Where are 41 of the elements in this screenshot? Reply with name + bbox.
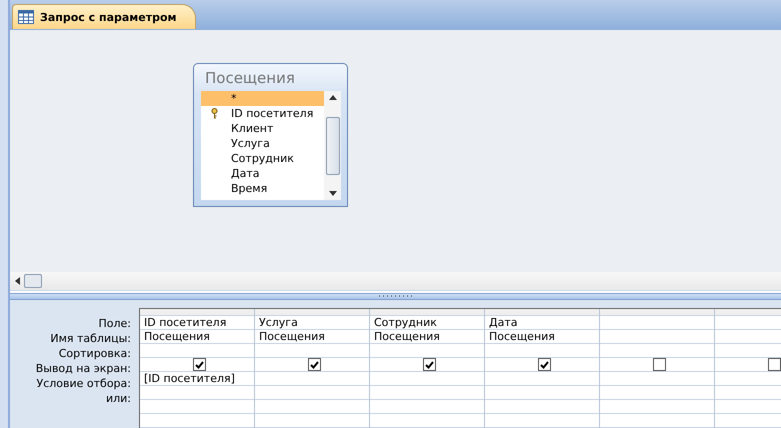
grid-cell[interactable]: [ID посетителя] <box>140 372 254 386</box>
document-tab[interactable]: Запрос с параметром <box>12 4 196 29</box>
vertical-scrollbar[interactable] <box>324 91 341 200</box>
checkbox[interactable] <box>422 358 436 372</box>
row-label: Вывод на экран: <box>34 361 132 376</box>
checkbox[interactable] <box>768 358 780 372</box>
checkbox[interactable] <box>538 358 550 372</box>
column-selector[interactable] <box>485 309 599 316</box>
grid-cell[interactable]: Посещения <box>255 330 369 344</box>
checkbox[interactable] <box>192 358 206 372</box>
grid-cell[interactable]: Посещения <box>140 330 254 344</box>
grid-cell[interactable]: Посещения <box>485 330 599 344</box>
scroll-thumb[interactable] <box>326 116 340 174</box>
column-selector[interactable] <box>370 309 484 316</box>
grid-cell[interactable]: Сотрудник <box>370 316 484 330</box>
tab-title: Запрос с параметром <box>40 10 177 24</box>
row-label: Поле: <box>97 316 132 331</box>
field-item[interactable]: * <box>201 91 324 106</box>
table-field-list[interactable]: Посещения * ID посетителя Клиент Услуга Сотрудник Дата Время <box>193 63 348 207</box>
down-arrow-icon[interactable] <box>328 191 336 197</box>
row-label: Условие отбора: <box>36 376 132 391</box>
row-label: Имя таблицы: <box>49 331 132 346</box>
left-arrow-icon[interactable] <box>14 277 20 285</box>
scroll-thumb[interactable] <box>24 274 42 288</box>
checkbox[interactable] <box>308 358 320 372</box>
column-selector[interactable] <box>600 309 714 316</box>
key-icon <box>211 108 218 119</box>
column-selector[interactable] <box>255 309 369 316</box>
grid-cell[interactable]: ID посетителя <box>140 316 254 330</box>
row-label: или: <box>104 391 132 406</box>
horizontal-scrollbar[interactable] <box>10 272 781 291</box>
table-title: Посещения <box>204 68 296 88</box>
grid-cell[interactable]: Услуга <box>255 316 369 330</box>
grid-cell[interactable]: Посещения <box>370 330 484 344</box>
grid-cell[interactable]: Дата <box>485 316 599 330</box>
row-label: Сортировка: <box>58 346 132 361</box>
up-arrow-icon[interactable] <box>328 94 336 100</box>
grip-icon[interactable] <box>378 294 414 298</box>
column-selector[interactable] <box>140 309 254 316</box>
query-icon <box>18 10 34 24</box>
checkbox[interactable] <box>652 358 666 372</box>
